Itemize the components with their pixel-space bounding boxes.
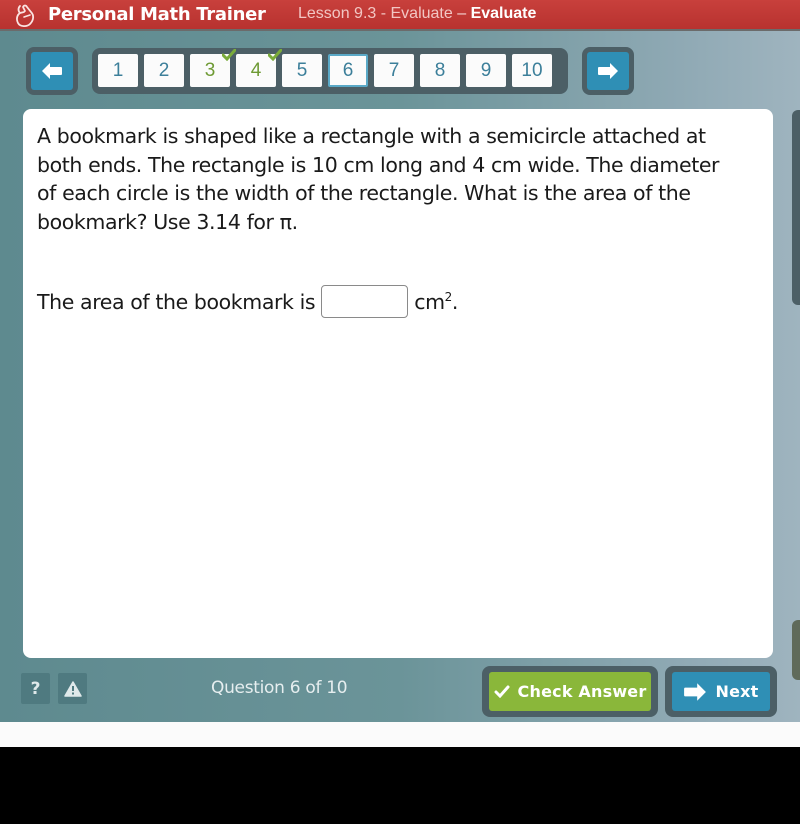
next-question-arrow-button-face[interactable] [587,52,629,90]
answer-prefix: The area of the bookmark is [37,289,316,314]
question-tab-label: 3 [204,59,216,81]
arrow-right-icon [598,63,618,79]
question-tab-label: 1 [112,59,124,81]
question-text: A bookmark is shaped like a rectangle wi… [37,124,720,234]
bottom-white-strip [0,722,800,747]
unit-suffix: . [451,289,459,314]
lesson-prefix: Lesson 9.3 - Evaluate [298,5,453,22]
previous-question-button[interactable] [26,47,78,95]
question-tab-3[interactable]: 3 [190,49,236,87]
question-tab-label: 9 [480,59,492,81]
question-counter: Question 6 of 10 [211,678,348,698]
answer-unit: cm2. [414,290,458,314]
question-tab-5[interactable]: 5 [282,54,322,87]
question-tab-2[interactable]: 2 [144,54,184,87]
lesson-title: Lesson 9.3 - Evaluate – Evaluate [298,5,536,23]
arrow-right-icon [684,682,707,701]
question-tab-label: 6 [342,59,354,81]
header-bar: Personal Math Trainer Lesson 9.3 - Evalu… [0,0,800,31]
next-question-arrow-button[interactable] [582,47,634,95]
question-tab-label: 7 [388,59,400,81]
help-button[interactable]: ? [21,673,50,704]
question-tab-8[interactable]: 8 [420,54,460,87]
check-answer-label: Check Answer [517,682,647,701]
question-tab-1[interactable]: 1 [98,54,138,87]
question-tab-7[interactable]: 7 [374,54,414,87]
help-icon: ? [30,678,41,699]
area-answer-input[interactable] [321,285,409,318]
check-answer-frame: Check Answer [482,666,658,717]
warning-icon [63,680,82,697]
side-panel-tab-lower[interactable] [792,620,800,680]
unit-exponent: 2 [444,289,453,304]
lesson-section: Evaluate [470,5,537,22]
checkmark-icon [494,685,510,698]
checkmark-icon [222,49,236,61]
question-tab-label: 10 [521,59,543,81]
next-frame: Next [665,666,777,717]
unit-base: cm [414,289,445,314]
lesson-separator: – [452,5,471,22]
question-tab-9[interactable]: 9 [466,54,506,87]
report-problem-button[interactable] [58,673,87,704]
answer-line: The area of the bookmark is cm2. [37,285,458,318]
side-panel-tab[interactable] [792,110,800,305]
question-card: A bookmark is shaped like a rectangle wi… [23,109,773,658]
question-tab-6[interactable]: 6 [328,54,368,87]
question-tab-4[interactable]: 4 [236,49,282,87]
next-label: Next [715,682,759,701]
bottom-black-area [0,747,800,824]
question-tab-10[interactable]: 10 [512,54,552,87]
previous-question-button-face[interactable] [31,52,73,90]
app-window: Personal Math Trainer Lesson 9.3 - Evalu… [0,0,800,722]
arrow-left-icon [42,63,62,79]
question-tab-label: 8 [434,59,446,81]
question-tab-label: 4 [250,59,262,81]
checkmark-icon [268,49,282,61]
question-tab-label: 5 [296,59,308,81]
question-navigator: 1 2 3 4 5 6 7 8 9 10 [92,48,568,94]
app-brand: Personal Math Trainer [48,4,266,25]
question-tab-label: 2 [158,59,170,81]
next-button[interactable]: Next [672,672,770,711]
check-answer-button[interactable]: Check Answer [489,672,651,711]
hand-logo-icon [16,4,35,28]
